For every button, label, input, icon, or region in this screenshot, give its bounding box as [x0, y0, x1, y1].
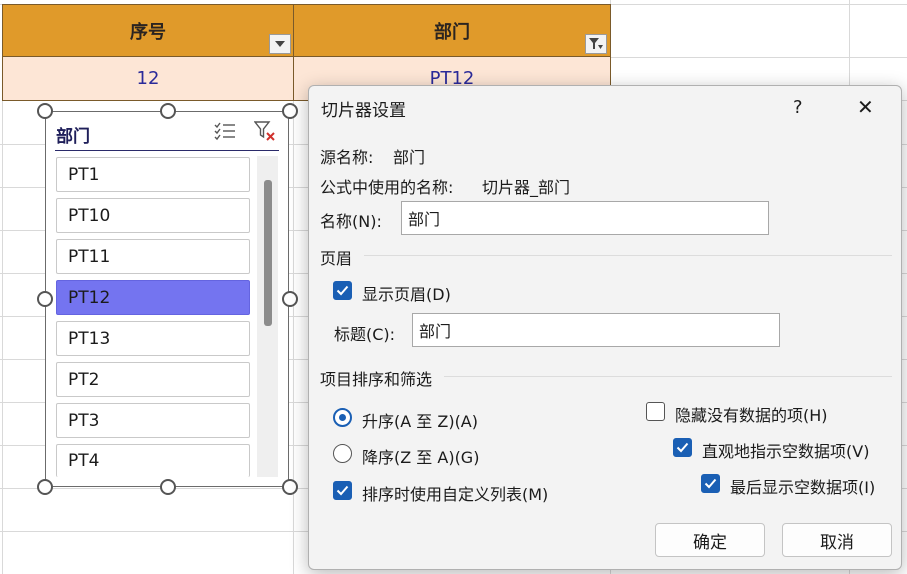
caption-field-label: 标题(C): — [334, 325, 396, 344]
show-last-checkbox[interactable] — [701, 474, 720, 493]
name-field-label: 名称(N): — [320, 212, 382, 231]
slicer-item-label: PT10 — [68, 205, 111, 226]
chevron-down-icon — [275, 41, 285, 47]
visual-indicate-checkbox[interactable] — [673, 438, 692, 457]
column-header-dept[interactable]: 部门 — [293, 4, 611, 57]
slicer-item-pt1[interactable]: PT1 — [56, 157, 250, 192]
resize-handle-top-right[interactable] — [282, 103, 298, 119]
slicer-item-label: PT4 — [68, 451, 100, 471]
slicer-item-label: PT13 — [68, 328, 111, 349]
slicer-settings-dialog[interactable]: 切片器设置 ? ✕ 源名称: 部门 公式中使用的名称: 切片器_部门 名称(N)… — [308, 85, 902, 570]
slicer-item-pt12[interactable]: PT12 — [56, 280, 250, 315]
header-section-label: 页眉 — [320, 249, 353, 268]
ascending-label[interactable]: 升序(A 至 Z)(A) — [362, 408, 478, 432]
multi-select-icon[interactable] — [214, 121, 236, 141]
resize-handle-left[interactable] — [37, 291, 53, 307]
slicer-item-pt2[interactable]: PT2 — [56, 362, 250, 397]
formula-name-value: 切片器_部门 — [482, 178, 571, 197]
show-header-label[interactable]: 显示页眉(D) — [362, 281, 451, 305]
slicer-title: 部门 — [56, 127, 90, 147]
descending-label[interactable]: 降序(Z 至 A)(G) — [362, 444, 479, 468]
ascending-radio[interactable] — [333, 408, 352, 427]
header-label-serial: 序号 — [130, 21, 166, 43]
resize-handle-bottom-right[interactable] — [282, 479, 298, 495]
show-header-checkbox[interactable] — [333, 281, 352, 300]
ok-button[interactable]: 确定 — [655, 523, 765, 557]
resize-handle-top[interactable] — [160, 103, 176, 119]
filter-dropdown-serial[interactable] — [269, 34, 291, 54]
slicer-item-label: PT1 — [68, 164, 100, 185]
slicer-item-pt11[interactable]: PT11 — [56, 239, 250, 274]
slicer-item-pt10[interactable]: PT10 — [56, 198, 250, 233]
clear-filter-icon[interactable] — [254, 121, 276, 143]
resize-handle-bottom[interactable] — [160, 479, 176, 495]
sort-filter-section-label: 项目排序和筛选 — [320, 370, 433, 389]
checkmark-icon — [676, 442, 689, 453]
cancel-button[interactable]: 取消 — [782, 523, 892, 557]
section-divider — [364, 255, 892, 256]
hide-no-data-label[interactable]: 隐藏没有数据的项(H) — [675, 402, 828, 426]
slicer-item-pt13[interactable]: PT13 — [56, 321, 250, 356]
show-last-label[interactable]: 最后显示空数据项(I) — [730, 474, 875, 498]
caption-input[interactable]: 部门 — [412, 313, 780, 347]
slicer-item-label: PT11 — [68, 246, 111, 267]
slicer-item-label: PT3 — [68, 410, 100, 431]
checkmark-icon — [336, 485, 349, 496]
cell-text: 12 — [136, 68, 160, 89]
slicer-item-label: PT2 — [68, 369, 100, 390]
section-divider — [444, 376, 892, 377]
cell-serial-value[interactable]: 12 — [2, 57, 294, 101]
slicer-item-pt3[interactable]: PT3 — [56, 403, 250, 438]
custom-list-label[interactable]: 排序时使用自定义列表(M) — [362, 481, 548, 505]
slicer-item-label: PT12 — [68, 287, 111, 308]
filter-applied-dept[interactable] — [585, 34, 607, 54]
filter-icon — [589, 38, 603, 49]
visual-indicate-label[interactable]: 直观地指示空数据项(V) — [702, 438, 869, 462]
custom-list-checkbox[interactable] — [333, 481, 352, 500]
header-label-dept: 部门 — [434, 21, 470, 43]
slicer-panel[interactable]: 部门 PT1 PT10 PT11 PT12 PT13 PT2 PT3 PT4 — [45, 111, 289, 487]
descending-radio[interactable] — [333, 444, 352, 463]
help-button[interactable]: ? — [793, 97, 803, 118]
dialog-title: 切片器设置 — [321, 101, 406, 121]
resize-handle-right[interactable] — [282, 291, 298, 307]
slicer-scrollbar[interactable] — [257, 156, 278, 477]
checkmark-icon — [704, 478, 717, 489]
scrollbar-thumb[interactable] — [264, 180, 272, 326]
checkmark-icon — [336, 285, 349, 296]
name-input[interactable]: 部门 — [401, 201, 769, 235]
slicer-header-divider — [55, 150, 279, 151]
resize-handle-top-left[interactable] — [37, 103, 53, 119]
hide-no-data-checkbox[interactable] — [646, 402, 665, 421]
slicer-item-pt4[interactable]: PT4 — [56, 444, 250, 477]
formula-name-label: 公式中使用的名称: — [320, 178, 454, 197]
source-name-label: 源名称: — [320, 148, 374, 167]
source-name-value: 部门 — [393, 148, 426, 167]
close-icon[interactable]: ✕ — [857, 95, 874, 119]
column-header-serial[interactable]: 序号 — [2, 4, 294, 57]
resize-handle-bottom-left[interactable] — [37, 479, 53, 495]
